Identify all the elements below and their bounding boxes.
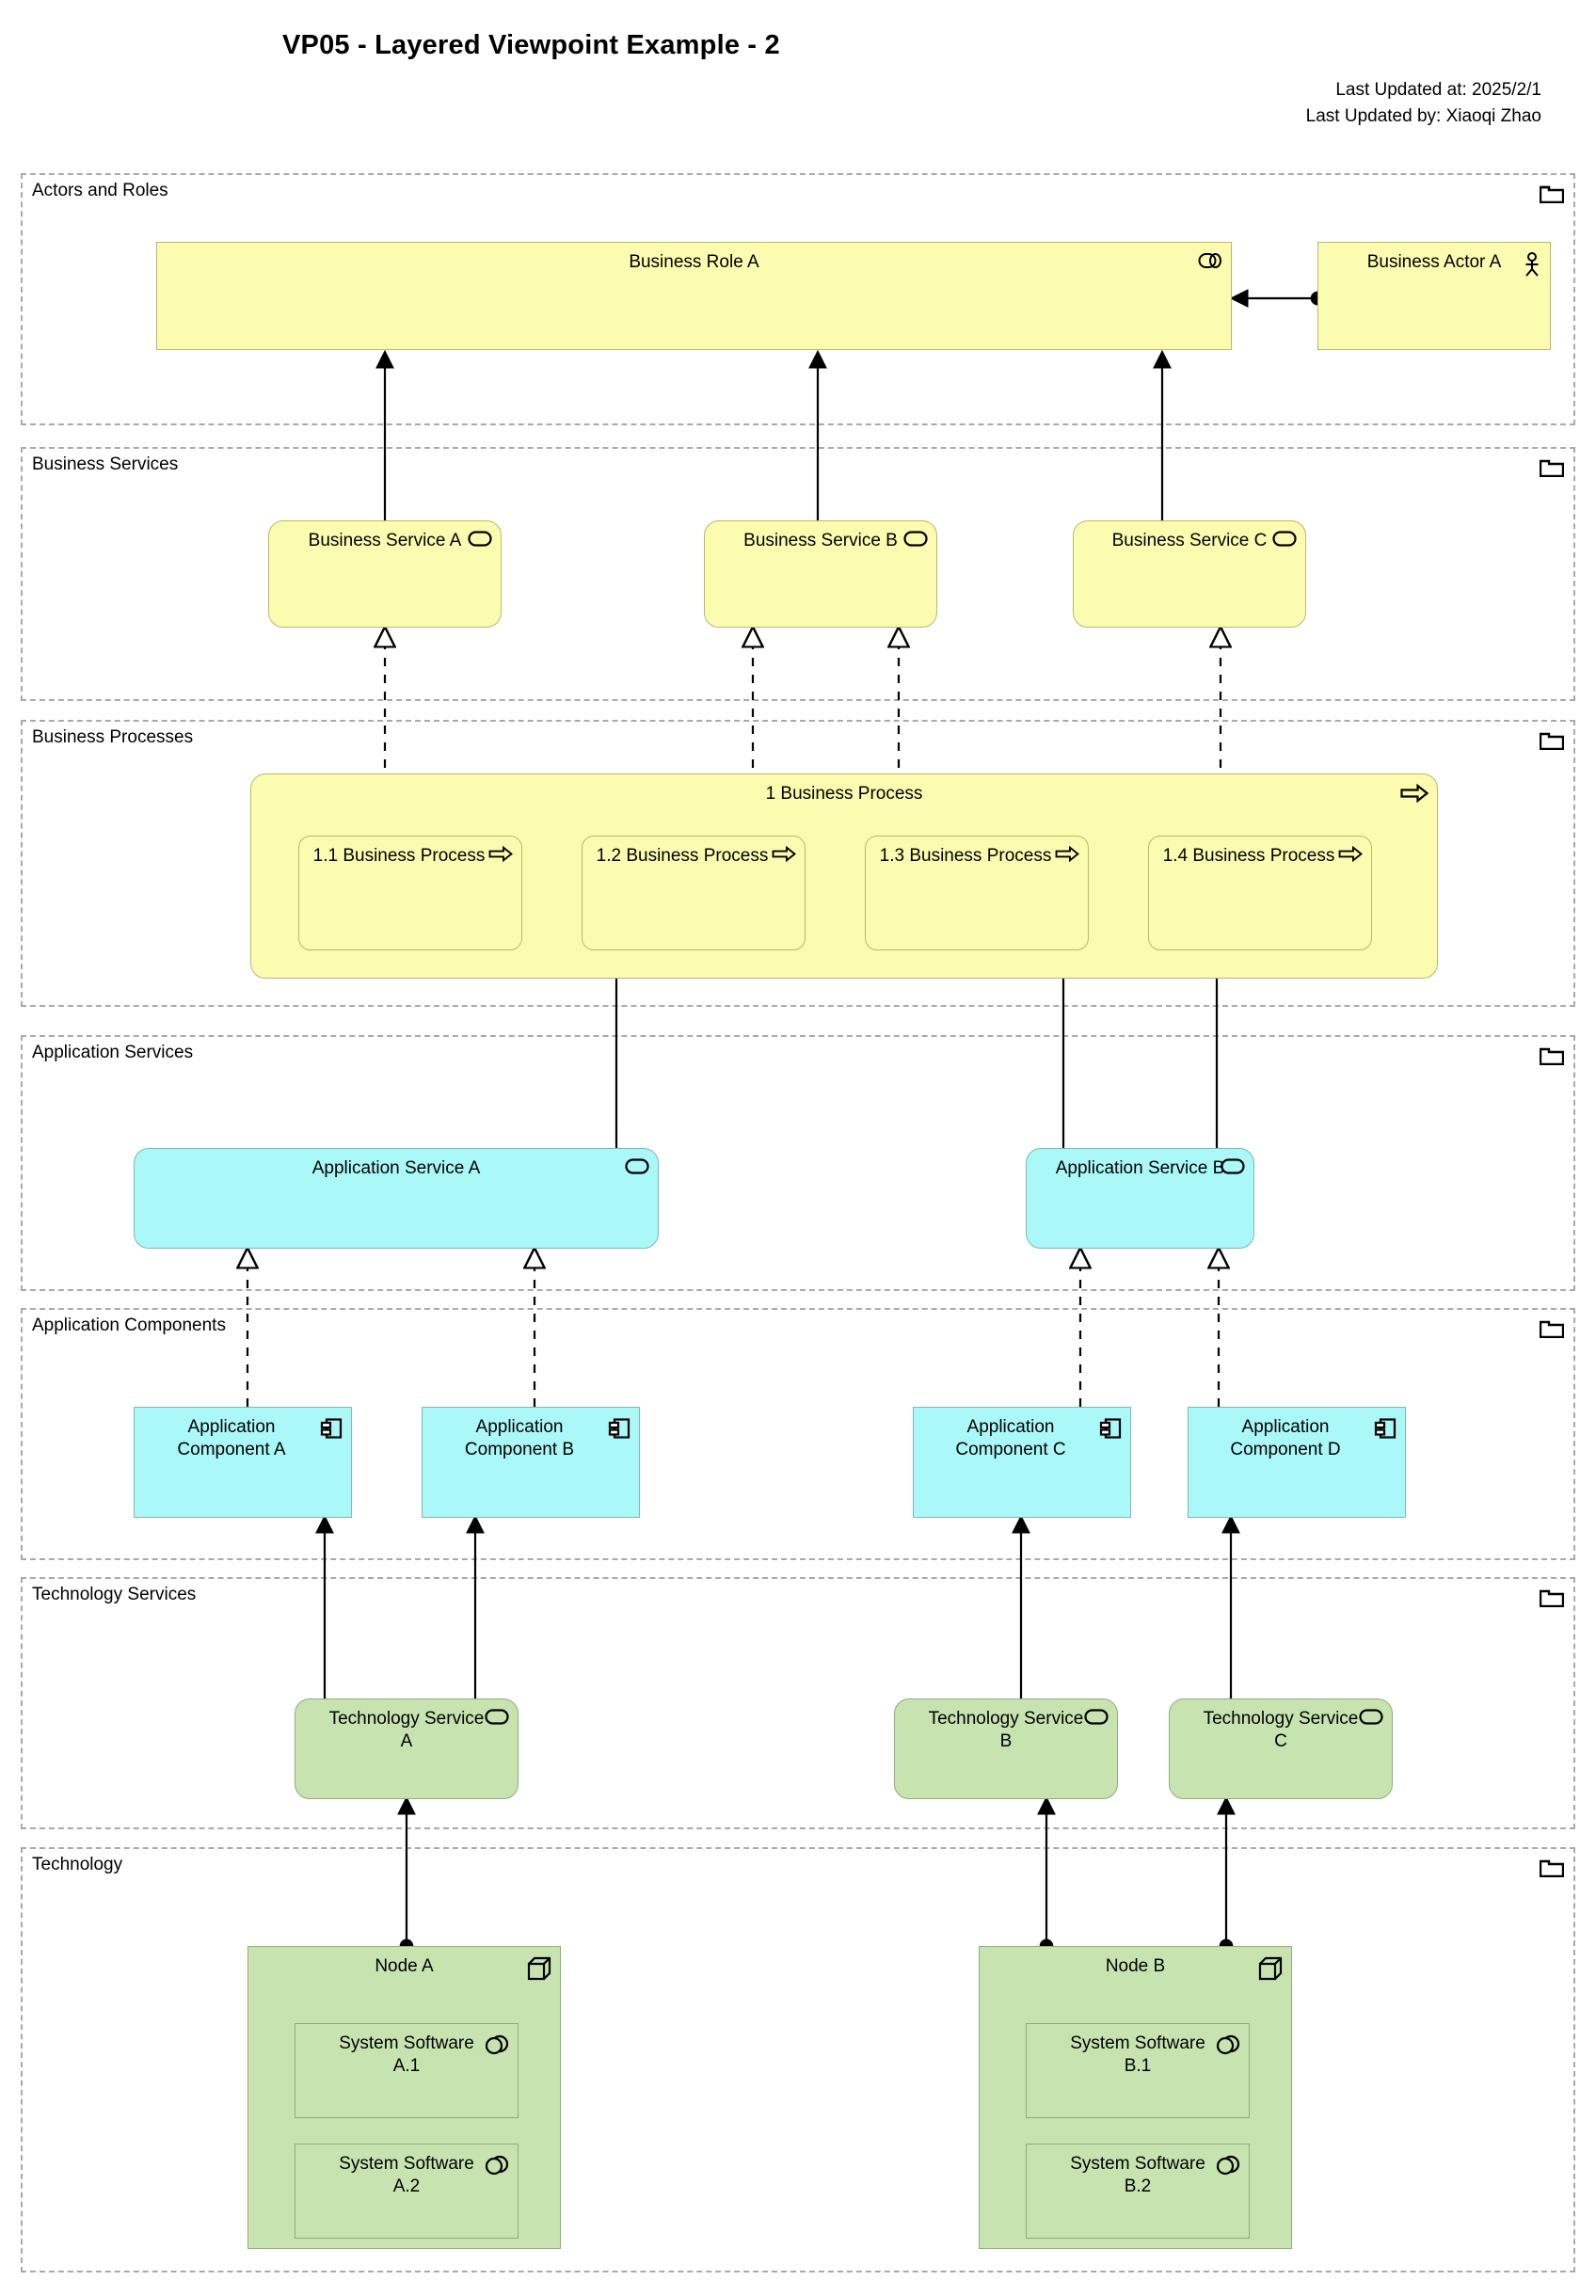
element-technology-service-b[interactable]: Technology Service B bbox=[894, 1698, 1118, 1799]
folder-icon bbox=[1540, 1859, 1564, 1877]
business-process-icon bbox=[772, 846, 796, 862]
element-technology-service-c[interactable]: Technology Service C bbox=[1169, 1698, 1393, 1799]
element-label: 1 Business Process bbox=[765, 784, 923, 804]
folder-icon bbox=[1540, 1589, 1564, 1607]
element-label: Application Component D bbox=[1230, 1417, 1341, 1460]
element-label: Application Component B bbox=[464, 1417, 575, 1460]
layer-label: Application Services bbox=[32, 1043, 194, 1062]
element-label: Business Actor A bbox=[1366, 252, 1502, 272]
element-system-software-b1[interactable]: System Software B.1 bbox=[1026, 2023, 1250, 2118]
system-software-icon bbox=[1216, 2155, 1240, 2176]
page-title: VP05 - Layered Viewpoint Example - 2 bbox=[282, 30, 780, 60]
layer-label: Actors and Roles bbox=[32, 181, 168, 200]
element-application-service-b[interactable]: Application Service B bbox=[1026, 1148, 1254, 1249]
element-label: Business Service B bbox=[743, 531, 898, 550]
element-technology-service-a[interactable]: Technology Service A bbox=[295, 1698, 519, 1799]
element-business-role-a[interactable]: Business Role A bbox=[156, 242, 1232, 350]
layer-label: Technology Services bbox=[32, 1585, 197, 1604]
business-role-icon bbox=[1198, 253, 1221, 268]
element-label: Application Service A bbox=[311, 1158, 481, 1178]
technology-service-icon bbox=[1359, 1709, 1383, 1725]
element-system-software-a1[interactable]: System Software A.1 bbox=[295, 2023, 519, 2118]
layer-label: Business Services bbox=[32, 454, 179, 474]
system-software-icon bbox=[485, 2034, 509, 2055]
application-component-icon bbox=[1099, 1418, 1122, 1439]
element-business-service-a[interactable]: Business Service A bbox=[268, 520, 502, 628]
last-updated-by: Last Updated by: Xiaoqi Zhao bbox=[1305, 105, 1541, 126]
technology-service-icon bbox=[1084, 1709, 1109, 1725]
technology-service-icon bbox=[485, 1709, 509, 1725]
business-service-icon bbox=[903, 531, 928, 547]
folder-icon bbox=[1540, 1047, 1564, 1065]
folder-icon bbox=[1540, 185, 1564, 203]
business-process-icon bbox=[1055, 846, 1079, 862]
element-label: Business Service A bbox=[308, 531, 462, 550]
node-icon bbox=[1258, 1956, 1283, 1981]
element-label: Business Service C bbox=[1111, 531, 1268, 550]
application-component-icon bbox=[320, 1418, 343, 1439]
element-label: Node B bbox=[1105, 1956, 1166, 1976]
element-label: Application Component C bbox=[955, 1417, 1066, 1460]
element-label: Node A bbox=[375, 1956, 434, 1976]
element-business-actor-a[interactable]: Business Actor A bbox=[1317, 242, 1551, 350]
layer-label: Technology bbox=[32, 1855, 123, 1874]
business-process-icon bbox=[488, 846, 513, 862]
element-business-service-b[interactable]: Business Service B bbox=[704, 520, 937, 628]
layer-label: Business Processes bbox=[32, 727, 194, 747]
element-application-component-b[interactable]: Application Component B bbox=[422, 1407, 640, 1518]
element-system-software-b2[interactable]: System Software B.2 bbox=[1026, 2144, 1250, 2239]
element-system-software-a2[interactable]: System Software A.2 bbox=[295, 2144, 519, 2239]
element-business-process-1-4[interactable]: 1.4 Business Process bbox=[1148, 836, 1372, 950]
folder-icon bbox=[1540, 732, 1564, 750]
element-application-component-a[interactable]: Application Component A bbox=[134, 1407, 352, 1518]
document-metadata: Last Updated at: 2025/2/1 Last Updated b… bbox=[1306, 77, 1541, 129]
business-process-icon bbox=[1338, 846, 1363, 862]
element-application-service-a[interactable]: Application Service A bbox=[134, 1148, 659, 1249]
element-business-service-c[interactable]: Business Service C bbox=[1073, 520, 1306, 628]
business-service-icon bbox=[1272, 531, 1297, 547]
system-software-icon bbox=[485, 2155, 509, 2176]
element-application-component-d[interactable]: Application Component D bbox=[1188, 1407, 1406, 1518]
application-component-icon bbox=[1374, 1418, 1396, 1439]
application-service-icon bbox=[1221, 1158, 1245, 1174]
element-application-component-c[interactable]: Application Component C bbox=[913, 1407, 1131, 1518]
diagram-canvas: VP05 - Layered Viewpoint Example - 2 Las… bbox=[0, 0, 1596, 2296]
folder-icon bbox=[1540, 1320, 1564, 1338]
element-label: Application Component A bbox=[177, 1417, 286, 1460]
application-service-icon bbox=[625, 1158, 649, 1174]
layer-label: Application Components bbox=[32, 1315, 226, 1335]
folder-icon bbox=[1540, 459, 1564, 477]
element-business-process-1-2[interactable]: 1.2 Business Process bbox=[582, 836, 806, 950]
system-software-icon bbox=[1216, 2034, 1240, 2055]
element-business-process-1-1[interactable]: 1.1 Business Process bbox=[298, 836, 522, 950]
application-component-icon bbox=[608, 1418, 630, 1439]
last-updated-at: Last Updated at: 2025/2/1 bbox=[1335, 80, 1541, 100]
element-label: Application Service B bbox=[1055, 1158, 1225, 1178]
business-actor-icon bbox=[1525, 252, 1539, 277]
business-service-icon bbox=[468, 531, 492, 547]
business-process-icon bbox=[1400, 784, 1428, 803]
node-icon bbox=[527, 1956, 551, 1981]
element-business-process-1-3[interactable]: 1.3 Business Process bbox=[865, 836, 1089, 950]
element-label: Business Role A bbox=[629, 252, 759, 272]
